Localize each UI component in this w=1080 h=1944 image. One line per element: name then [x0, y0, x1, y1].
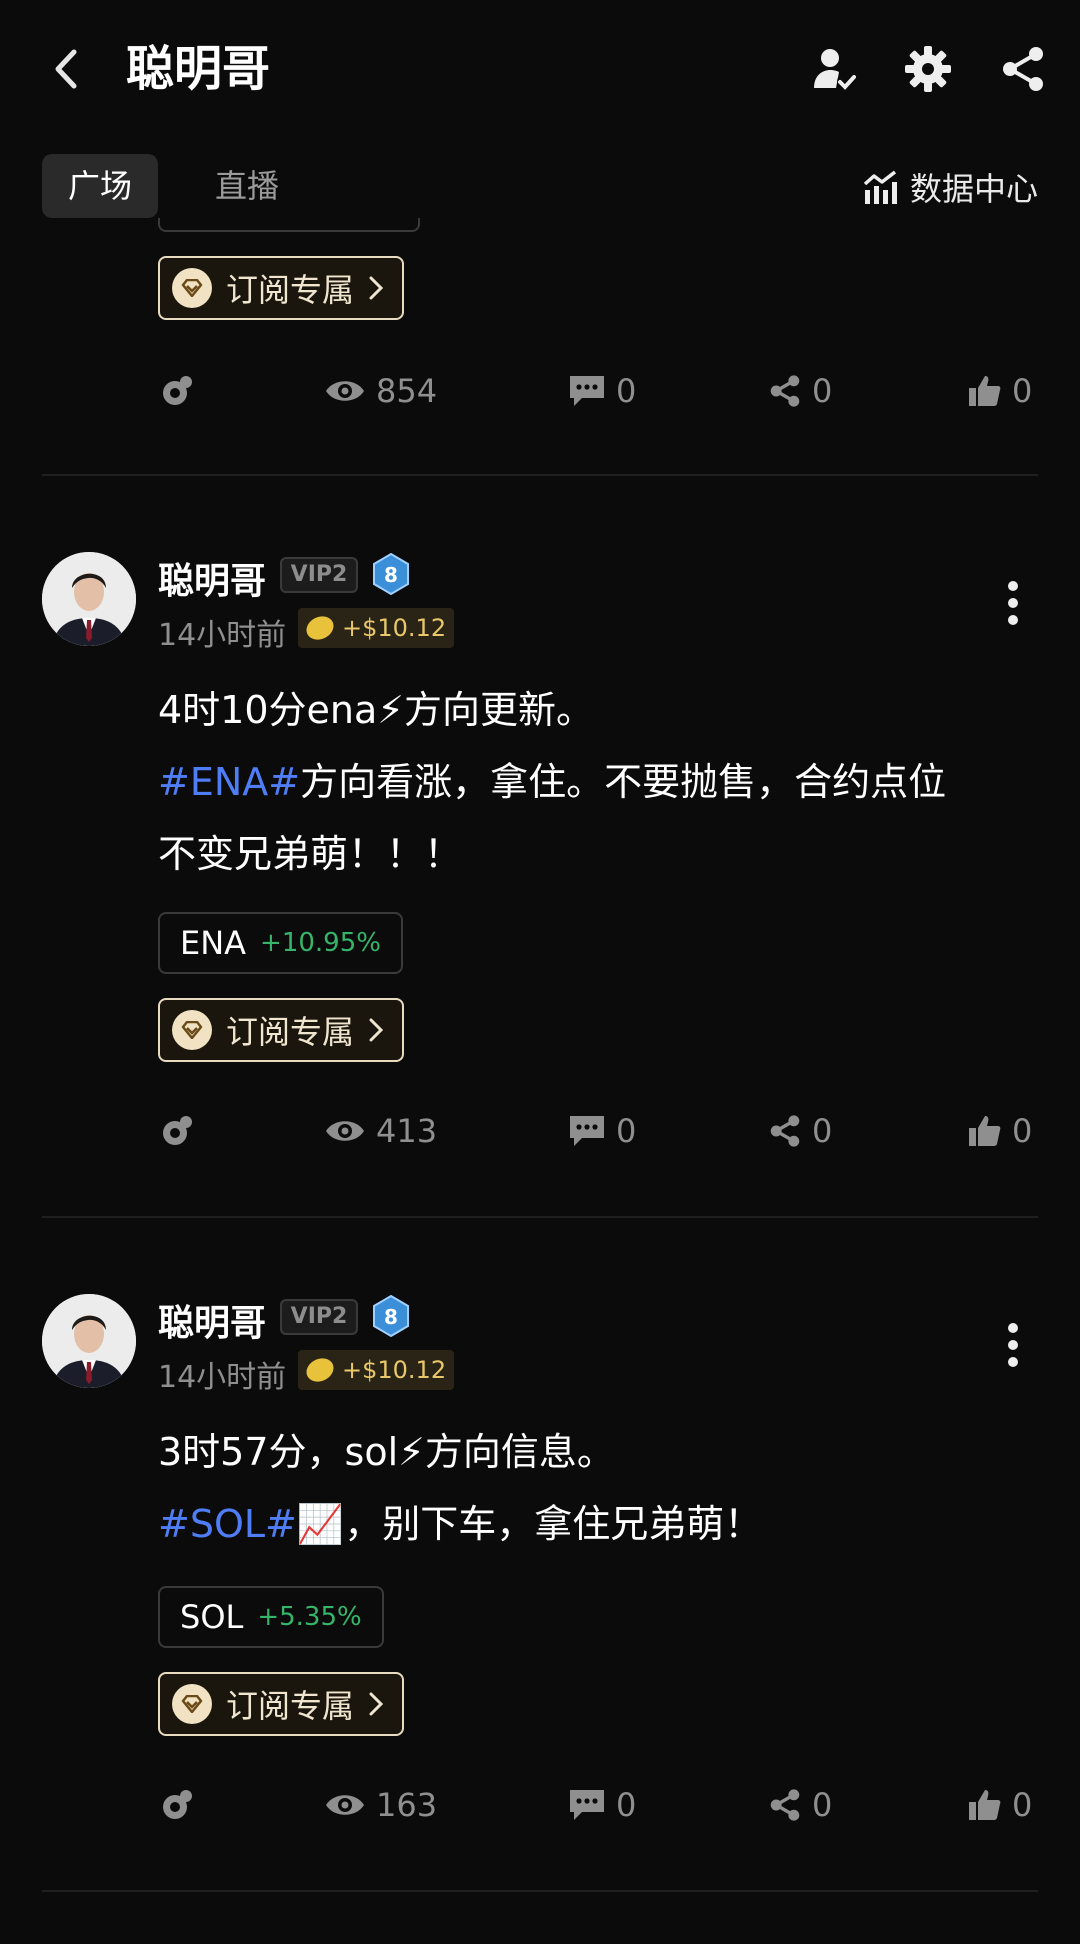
post-line: #ENA#方向看涨，拿住。不要抛售，合约点位	[158, 760, 947, 804]
level-badge: 8	[373, 553, 409, 595]
comment-icon	[570, 376, 604, 406]
view-count: 413	[324, 1104, 437, 1158]
repost-icon	[163, 1116, 192, 1145]
post-line: #SOL#📈，别下车，拿住兄弟萌！	[158, 1502, 763, 1546]
like-button[interactable]: 0	[968, 1104, 1032, 1158]
post-time: 14小时前	[158, 1360, 287, 1395]
share-icon[interactable]	[998, 44, 1048, 94]
reward-badge: +$10.12	[298, 608, 455, 648]
ticker-chip[interactable]: ENA +10.95%	[158, 912, 403, 974]
ticker-chip[interactable]: SOL +5.35%	[158, 1586, 384, 1648]
post-line: 不变兄弟萌！！！	[158, 832, 463, 876]
like-button[interactable]: 0	[968, 1778, 1032, 1832]
subscribe-button[interactable]: 订阅专属	[158, 256, 404, 320]
post-content: 3时57分，sol⚡方向信息。 #SOL#📈，别下车，拿住兄弟萌！	[158, 1416, 1038, 1560]
repost-icon	[163, 1790, 192, 1819]
share-count-button[interactable]: 0	[768, 1778, 832, 1832]
eye-icon	[326, 1795, 364, 1815]
avatar[interactable]	[42, 1294, 136, 1388]
more-options-icon[interactable]	[1000, 580, 1026, 626]
author-name[interactable]: 聪明哥	[158, 1294, 266, 1346]
chevron-right-icon	[369, 1692, 384, 1716]
coin-icon	[302, 1354, 338, 1386]
level-number: 8	[384, 1305, 398, 1329]
repost-button[interactable]	[160, 1778, 204, 1832]
avatar[interactable]	[42, 552, 136, 646]
post-line: 4时10分ena⚡方向更新。	[158, 688, 594, 732]
comment-button[interactable]: 0	[568, 1104, 636, 1158]
repost-button[interactable]	[160, 1104, 204, 1158]
level-badge: 8	[373, 1295, 409, 1337]
repost-button[interactable]	[160, 364, 204, 418]
chevron-right-icon	[369, 276, 384, 300]
gear-icon[interactable]	[903, 44, 953, 94]
comment-icon	[570, 1790, 604, 1820]
vip-badge: VIP2	[280, 1299, 358, 1335]
subscribe-label: 订阅专属	[226, 1687, 355, 1725]
eye-icon	[326, 381, 364, 401]
post-time: 14小时前	[158, 618, 287, 653]
share-icon	[770, 1115, 800, 1147]
repost-icon	[163, 376, 192, 405]
vip-badge: VIP2	[280, 557, 358, 593]
author-name[interactable]: 聪明哥	[158, 552, 266, 604]
thumbs-up-icon	[969, 1116, 1001, 1146]
level-number: 8	[384, 563, 398, 587]
post-content: 4时10分ena⚡方向更新。 #ENA#方向看涨，拿住。不要抛售，合约点位 不变…	[158, 674, 1038, 890]
share-icon	[770, 375, 800, 407]
coin-icon	[302, 612, 338, 644]
view-count: 163	[324, 1778, 437, 1832]
chevron-right-icon	[369, 1018, 384, 1042]
post-line: 3时57分，sol⚡方向信息。	[158, 1430, 615, 1474]
data-center-link[interactable]: 数据中心	[862, 162, 1038, 212]
comment-button[interactable]: 0	[568, 364, 636, 418]
data-center-label: 数据中心	[909, 170, 1038, 208]
diamond-icon	[172, 1010, 212, 1050]
post-stats: 163 0 0 0	[158, 1778, 1038, 1832]
share-icon	[770, 1789, 800, 1821]
post-divider	[42, 474, 1038, 476]
diamond-icon	[172, 1684, 212, 1724]
post-divider	[42, 1890, 1038, 1892]
subscribe-label: 订阅专属	[226, 271, 355, 309]
more-options-icon[interactable]	[1000, 1322, 1026, 1368]
comment-icon	[570, 1116, 604, 1146]
diamond-icon	[172, 268, 212, 308]
chart-icon	[863, 170, 897, 204]
reward-badge: +$10.12	[298, 1350, 455, 1390]
subscribe-button[interactable]: 订阅专属	[158, 998, 404, 1062]
share-count-button[interactable]: 0	[768, 364, 832, 418]
comment-button[interactable]: 0	[568, 1778, 636, 1832]
tab-square[interactable]: 广场	[42, 154, 158, 218]
back-icon[interactable]	[46, 44, 86, 94]
post-stats: 413 0 0 0	[158, 1104, 1038, 1158]
thumbs-up-icon	[969, 1790, 1001, 1820]
view-count: 854	[324, 364, 437, 418]
tab-live[interactable]: 直播	[192, 154, 302, 218]
subscribe-button[interactable]: 订阅专属	[158, 1672, 404, 1736]
thumbs-up-icon	[969, 376, 1001, 406]
eye-icon	[326, 1121, 364, 1141]
share-count-button[interactable]: 0	[768, 1104, 832, 1158]
top-bar: 聪明哥	[0, 0, 1080, 140]
like-button[interactable]: 0	[968, 364, 1032, 418]
hashtag[interactable]: #SOL#	[158, 1502, 297, 1546]
hashtag[interactable]: #ENA#	[158, 760, 300, 804]
profile-icon[interactable]	[810, 44, 860, 94]
post-stats: 854 0 0 0	[158, 364, 1038, 418]
post-divider	[42, 1216, 1038, 1218]
subscribe-label: 订阅专属	[226, 1013, 355, 1051]
ticker-chip-partial	[158, 218, 420, 232]
page-title: 聪明哥	[126, 41, 271, 97]
